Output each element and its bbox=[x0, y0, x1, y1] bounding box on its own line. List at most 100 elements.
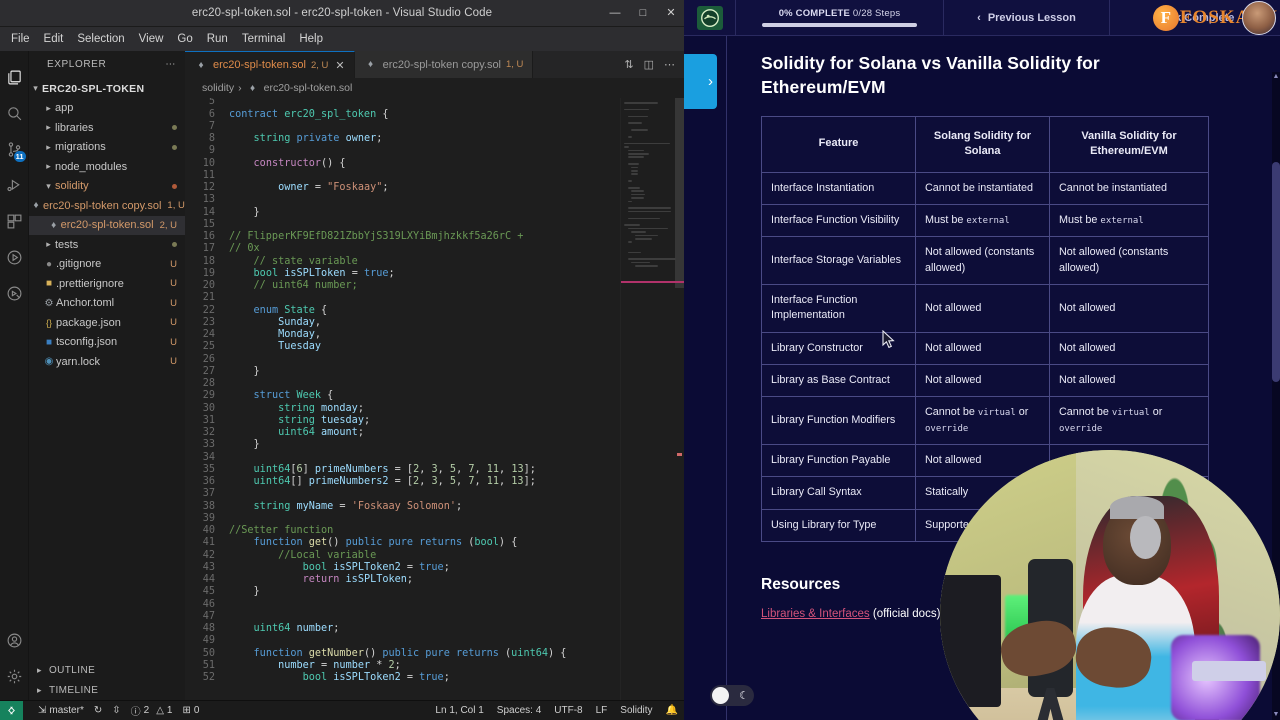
chevron-right-icon: ▸ bbox=[46, 122, 51, 133]
inline-code: virtual bbox=[1111, 408, 1150, 419]
code-scroll-region[interactable]: 4import "../libraries/spl_token.sol"; 5 … bbox=[185, 98, 620, 700]
split-editor-icon[interactable]: ⇅ bbox=[624, 58, 633, 71]
maximize-button[interactable]: □ bbox=[636, 8, 650, 19]
tree-item-node-modules[interactable]: ▸ node_modules bbox=[29, 157, 185, 177]
scrollbar-thumb[interactable] bbox=[1272, 162, 1280, 382]
error-icon: ⓘ bbox=[130, 707, 141, 718]
status-sync[interactable]: ↻ bbox=[94, 705, 102, 716]
menu-run[interactable]: Run bbox=[200, 30, 235, 48]
tree-item-app[interactable]: ▸ app bbox=[29, 99, 185, 119]
close-button[interactable]: ✕ bbox=[664, 8, 678, 19]
chevron-right-icon: ▸ bbox=[37, 664, 42, 675]
remote-window-icon[interactable] bbox=[0, 700, 23, 720]
table-row: Library Constructor Not allowed Not allowe… bbox=[761, 331, 1209, 366]
minimap-line bbox=[631, 166, 638, 169]
status-cursor-position[interactable]: Ln 1, Col 1 bbox=[435, 705, 483, 716]
tree-item-libraries[interactable]: ▸ libraries bbox=[29, 118, 185, 138]
code-content[interactable]: 4import "../libraries/spl_token.sol"; 5 … bbox=[185, 98, 620, 684]
webcam-headphones-cup bbox=[1130, 516, 1161, 559]
more-actions-icon[interactable]: ⋯ bbox=[664, 58, 675, 71]
breadcrumb-folder[interactable]: solidity bbox=[202, 82, 234, 94]
theme-toggle[interactable]: ☾ bbox=[710, 685, 754, 706]
tree-item-tsconfig-json[interactable]: ■ tsconfig.json U bbox=[29, 333, 185, 353]
minimap[interactable] bbox=[620, 98, 684, 700]
remote-explorer-icon[interactable] bbox=[0, 275, 29, 311]
mouse-cursor bbox=[882, 330, 895, 349]
status-eol[interactable]: LF bbox=[596, 705, 608, 716]
tree-item-label: yarn.lock bbox=[56, 355, 101, 368]
minimap-line bbox=[627, 210, 672, 213]
layout-icon[interactable]: ◫ bbox=[644, 58, 654, 71]
minimap-highlight bbox=[621, 281, 684, 283]
brand-logo-icon: F bbox=[1152, 5, 1179, 31]
tree-item-erc20-spl-token-sol[interactable]: ♦ erc20-spl-token.sol 2, U bbox=[29, 215, 185, 235]
tree-root-erc20-spl-token[interactable]: ▾ ERC20-SPL-TOKEN bbox=[29, 79, 185, 99]
tree-item-badge: U bbox=[170, 336, 177, 348]
status-scm-extra[interactable]: ⇳ bbox=[112, 705, 120, 716]
notification-bell-icon[interactable]: 🔔 bbox=[666, 705, 678, 716]
breadcrumb-file[interactable]: erc20-spl-token.sol bbox=[264, 82, 353, 94]
tree-item-prettierignore[interactable]: ■ .prettierignore U bbox=[29, 274, 185, 294]
close-icon[interactable]: ✕ bbox=[335, 59, 344, 72]
chevron-down-icon: ▾ bbox=[46, 180, 51, 191]
page-title: Solidity for Solana vs Vanilla Solidity … bbox=[761, 53, 1100, 97]
resource-link-libraries-interfaces[interactable]: Libraries & Interfaces bbox=[761, 608, 870, 620]
prettier-file-icon: ■ bbox=[45, 278, 53, 290]
testing-icon[interactable] bbox=[0, 239, 29, 275]
minimize-button[interactable]: — bbox=[608, 8, 622, 19]
file-tree: ▾ ERC20-SPL-TOKEN ▸ app ▸ libraries ▸ mi… bbox=[29, 78, 185, 660]
code-editor[interactable]: 4import "../libraries/spl_token.sol"; 5 … bbox=[185, 98, 684, 700]
status-encoding[interactable]: UTF-8 bbox=[554, 705, 582, 716]
course-logo[interactable] bbox=[684, 0, 736, 35]
menu-file[interactable]: File bbox=[4, 30, 37, 48]
menu-selection[interactable]: Selection bbox=[70, 30, 131, 48]
explorer-icon[interactable] bbox=[0, 59, 29, 95]
tab-erc20-spl-token-copy-sol[interactable]: ♦ erc20-spl-token copy.sol 1, U bbox=[354, 51, 534, 78]
modified-dot bbox=[172, 183, 177, 189]
tree-item-label: tests bbox=[55, 238, 79, 251]
tree-item-solidity[interactable]: ▾ solidity bbox=[29, 177, 185, 197]
sync-icon: ↻ bbox=[93, 705, 103, 716]
tree-item-label: erc20-spl-token.sol bbox=[60, 219, 154, 232]
menu-edit[interactable]: Edit bbox=[37, 30, 71, 48]
editor-scrollbar[interactable] bbox=[675, 98, 684, 288]
minimap-line bbox=[624, 146, 629, 148]
explorer-more-icon[interactable]: ⋯ bbox=[165, 59, 176, 70]
tab-erc20-spl-token-sol[interactable]: ♦ erc20-spl-token.sol 2, U ✕ bbox=[185, 51, 355, 78]
menu-view[interactable]: View bbox=[132, 30, 171, 48]
screen: erc20-spl-token.sol - erc20-spl-token - … bbox=[0, 0, 1280, 720]
accounts-icon[interactable] bbox=[0, 622, 29, 658]
status-indentation[interactable]: Spaces: 4 bbox=[497, 705, 541, 716]
minimap-line bbox=[627, 149, 644, 152]
table-row: Library as Base Contract Not allowed Not a… bbox=[761, 364, 1209, 398]
scroll-up-arrow[interactable]: ▲ bbox=[1272, 72, 1280, 82]
timeline-panel-header[interactable]: ▸ TIMELINE bbox=[29, 680, 185, 700]
status-ports[interactable]: ⊞ 0 bbox=[182, 705, 199, 716]
tree-item-tests[interactable]: ▸ tests bbox=[29, 235, 185, 255]
tree-item-gitignore[interactable]: ● .gitignore U bbox=[29, 255, 185, 275]
cell-solang: Not allowed bbox=[915, 364, 1050, 398]
extensions-icon[interactable] bbox=[0, 203, 29, 239]
search-icon[interactable] bbox=[0, 95, 29, 131]
tree-item-anchor-toml[interactable]: ⚙ Anchor.toml U bbox=[29, 294, 185, 314]
lesson-nav-toggle[interactable]: › bbox=[684, 54, 717, 109]
menu-help[interactable]: Help bbox=[292, 30, 330, 48]
status-language-mode[interactable]: Solidity bbox=[620, 705, 652, 716]
outline-panel-header[interactable]: ▸ OUTLINE bbox=[29, 660, 185, 680]
menu-terminal[interactable]: Terminal bbox=[235, 30, 292, 48]
tree-item-erc20-spl-token-copy-sol[interactable]: ♦ erc20-spl-token copy.sol 1, U bbox=[29, 196, 185, 216]
error-count: 2 bbox=[143, 705, 150, 716]
tree-item-migrations[interactable]: ▸ migrations bbox=[29, 138, 185, 158]
previous-lesson-button[interactable]: ‹ Previous Lesson bbox=[944, 0, 1110, 35]
settings-gear-icon[interactable] bbox=[0, 658, 29, 694]
status-problems[interactable]: ⓘ 2 △ 1 bbox=[131, 703, 173, 718]
modified-dot bbox=[172, 242, 177, 248]
tree-item-label: Anchor.toml bbox=[56, 297, 115, 310]
inline-code: external bbox=[1100, 216, 1144, 227]
menu-go[interactable]: Go bbox=[170, 30, 199, 48]
tree-item-package-json[interactable]: {} package.json U bbox=[29, 313, 185, 333]
tree-item-yarn-lock[interactable]: ◉ yarn.lock U bbox=[29, 352, 185, 372]
status-branch[interactable]: ⇲ master* bbox=[38, 705, 84, 716]
run-and-debug-icon[interactable] bbox=[0, 167, 29, 203]
source-control-icon[interactable]: 11 bbox=[0, 131, 29, 167]
